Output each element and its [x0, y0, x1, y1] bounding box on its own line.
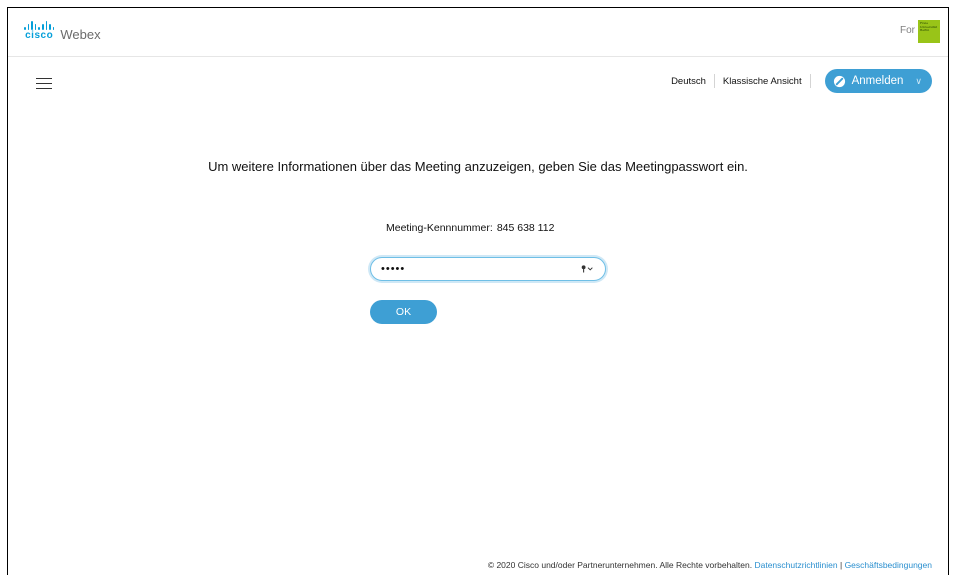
- privacy-link[interactable]: Datenschutzrichtlinien: [754, 560, 837, 570]
- password-field[interactable]: [370, 257, 606, 281]
- user-icon: [833, 75, 845, 87]
- password-prompt-text: Um weitere Informationen über das Meetin…: [208, 159, 748, 174]
- partner-logo-line: Berlin: [920, 28, 930, 33]
- terms-link[interactable]: Geschäftsbedingungen: [845, 560, 932, 570]
- password-input[interactable]: [381, 263, 571, 275]
- chevron-down-icon: ∨: [915, 75, 922, 86]
- key-dropdown-icon[interactable]: [581, 264, 595, 274]
- cisco-logo: cisco: [24, 21, 55, 41]
- browser-page: cisco Webex For Freie Universität Berlin…: [7, 7, 949, 575]
- signin-button[interactable]: Anmelden ∨: [824, 69, 932, 93]
- ok-button[interactable]: OK: [370, 300, 437, 324]
- nav-divider: [809, 74, 811, 88]
- webex-wordmark: Webex: [60, 27, 101, 42]
- nav-divider: [713, 74, 715, 88]
- classic-view-link[interactable]: Klassische Ansicht: [723, 76, 802, 87]
- brand-bar: cisco Webex For Freie Universität Berlin: [8, 8, 948, 57]
- nav-bar: Deutsch Klassische Ansicht Anmelden ∨: [8, 58, 948, 106]
- footer-separator: |: [837, 560, 845, 570]
- partner-logo: Freie Universität Berlin: [918, 20, 940, 43]
- cisco-bars-icon: [24, 21, 55, 30]
- for-label: For: [900, 25, 915, 36]
- meeting-number: Meeting-Kennnummer: 845 638 112: [386, 222, 554, 234]
- meeting-number-value: 845 638 112: [496, 222, 555, 234]
- nav-actions: Deutsch Klassische Ansicht Anmelden ∨: [671, 69, 932, 93]
- hamburger-icon[interactable]: [36, 78, 52, 90]
- language-link[interactable]: Deutsch: [671, 76, 706, 87]
- footer: © 2020 Cisco und/oder Partnerunternehmen…: [488, 560, 932, 570]
- signin-label: Anmelden: [851, 75, 904, 87]
- cisco-wordmark: cisco: [25, 30, 54, 41]
- meeting-number-label: Meeting-Kennnummer:: [386, 222, 493, 234]
- cisco-webex-logo[interactable]: cisco Webex: [24, 21, 101, 42]
- copyright-text: © 2020 Cisco und/oder Partnerunternehmen…: [487, 560, 753, 570]
